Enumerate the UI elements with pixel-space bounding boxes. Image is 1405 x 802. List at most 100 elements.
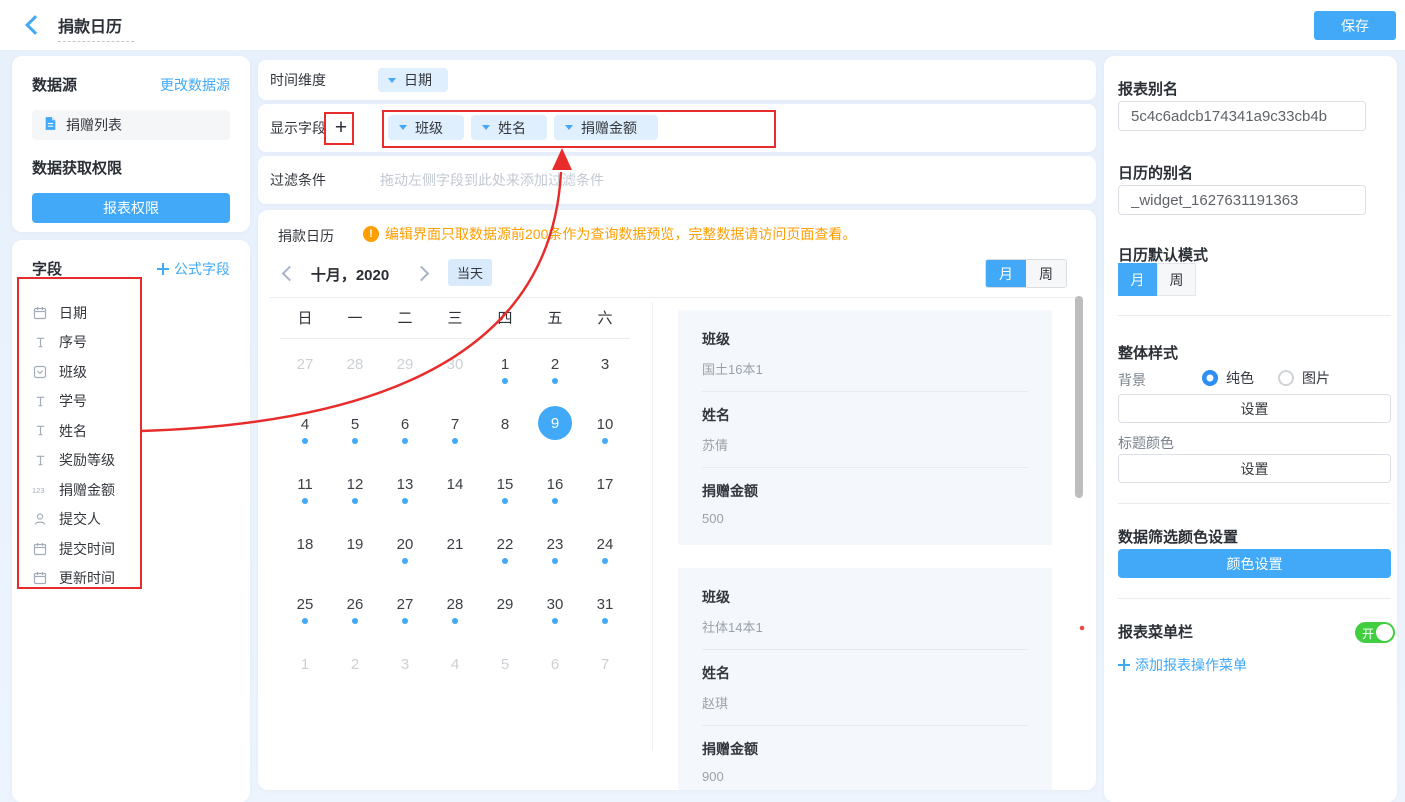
field-item[interactable]: 提交时间 [32,534,230,564]
calendar-day-cell[interactable]: 12 [330,470,380,530]
title-color-set-button[interactable]: 设置 [1118,454,1391,483]
field-item[interactable]: 更新时间 [32,564,230,594]
bg-image-option[interactable]: 图片 [1278,368,1330,388]
calendar-day-cell[interactable]: 6 [380,410,430,470]
view-month-button[interactable]: 月 [986,260,1026,287]
calendar-day-cell[interactable]: 15 [480,470,530,530]
calendar-day-cell[interactable]: 1 [480,350,530,410]
field-item[interactable]: 123捐赠金额 [32,475,230,505]
field-item[interactable]: 班级 [32,357,230,387]
field-item[interactable]: 提交人 [32,505,230,535]
calendar-day-cell[interactable]: 7 [580,650,630,710]
calendar-day-cell[interactable]: 27 [380,590,430,650]
record-field-label: 捐赠金额 [702,739,1028,759]
calendar-day-cell[interactable]: 25 [280,590,330,650]
field-item[interactable]: 学号 [32,387,230,417]
calendar-day-cell[interactable]: 24 [580,530,630,590]
menu-bar-toggle[interactable]: 开 [1355,622,1395,643]
calendar-day-cell[interactable]: 26 [330,590,380,650]
datasource-title: 数据源 [32,74,77,95]
calendar-day-cell[interactable]: 5 [330,410,380,470]
calendar-day-cell[interactable]: 8 [480,410,530,470]
calendar-day-cell[interactable]: 2 [530,350,580,410]
display-field-tag[interactable]: 班级 [388,115,464,140]
calendar-day-cell[interactable]: 27 [280,350,330,410]
bg-set-button[interactable]: 设置 [1118,394,1391,423]
default-week-button[interactable]: 周 [1157,263,1196,296]
calendar-day-cell[interactable]: 30 [430,350,480,410]
calendar-day-cell[interactable]: 20 [380,530,430,590]
add-display-field-button[interactable]: + [329,116,353,140]
display-fields-row: 显示字段 + 班级姓名捐赠金额 [258,104,1096,152]
filter-dropzone[interactable]: 拖动左侧字段到此处来添加过滤条件 [380,170,604,190]
day-number: 3 [595,354,615,374]
calendar-day-cell[interactable]: 18 [280,530,330,590]
field-item[interactable]: 奖励等级 [32,446,230,476]
time-dimension-tag[interactable]: 日期 [378,68,448,92]
next-month-icon[interactable] [414,266,430,282]
add-formula-field-link[interactable]: 公式字段 [157,259,230,279]
scrollbar-thumb[interactable] [1075,296,1083,498]
prev-month-icon[interactable] [282,266,298,282]
report-permission-button[interactable]: 报表权限 [32,193,230,223]
calendar-day-cell[interactable]: 7 [430,410,480,470]
field-item[interactable]: 日期 [32,298,230,328]
calendar-day-cell[interactable]: 29 [480,590,530,650]
calendar-day-cell[interactable]: 21 [430,530,480,590]
calendar-day-cell[interactable]: 1 [280,650,330,710]
save-button[interactable]: 保存 [1314,11,1396,40]
field-item[interactable]: 序号 [32,328,230,358]
day-number: 12 [345,474,365,494]
calendar-alias-input[interactable] [1118,185,1366,215]
calendar-day-cell[interactable]: 4 [430,650,480,710]
calendar-day-cell[interactable]: 29 [380,350,430,410]
default-mode-label: 日历默认模式 [1118,244,1208,265]
calendar-day-cell[interactable]: 19 [330,530,380,590]
text-icon [32,336,48,349]
calendar-day-cell[interactable]: 5 [480,650,530,710]
radio-selected-icon[interactable] [1202,370,1218,386]
record-card[interactable]: 班级国土16本1姓名苏倩捐赠金额500 [678,310,1052,545]
calendar-day-cell[interactable]: 30 [530,590,580,650]
calendar-day-cell[interactable]: 10 [580,410,630,470]
display-field-tag[interactable]: 姓名 [471,115,547,140]
calendar-day-cell[interactable]: 4 [280,410,330,470]
color-set-button[interactable]: 颜色设置 [1118,549,1391,578]
record-card[interactable]: 班级社体14本1姓名赵琪捐赠金额900 [678,568,1052,790]
today-button[interactable]: 当天 [448,259,492,286]
bg-solid-option[interactable]: 纯色 [1202,368,1254,388]
number-icon: 123 [32,483,48,496]
calendar-day-cell[interactable]: 2 [330,650,380,710]
datasource-item[interactable]: 捐赠列表 [32,110,230,140]
view-week-button[interactable]: 周 [1026,260,1066,287]
event-dot-icon [302,498,308,504]
report-alias-input[interactable] [1118,101,1366,131]
default-month-button[interactable]: 月 [1118,263,1157,296]
day-number: 22 [495,534,515,554]
calendar-day-cell[interactable]: 31 [580,590,630,650]
calendar-day-cell[interactable]: 9 [530,410,580,470]
back-icon[interactable] [25,15,45,35]
calendar-day-cell[interactable]: 28 [430,590,480,650]
display-field-tag[interactable]: 捐赠金额 [554,115,658,140]
change-datasource-link[interactable]: 更改数据源 [160,75,230,95]
calendar-day-cell[interactable]: 16 [530,470,580,530]
radio-unselected-icon[interactable] [1278,370,1294,386]
calendar-day-cell[interactable]: 17 [580,470,630,530]
calendar-day-cell[interactable]: 3 [380,650,430,710]
calendar-day-cell[interactable]: 28 [330,350,380,410]
calendar-day-cell[interactable]: 22 [480,530,530,590]
calendar-day-cell[interactable]: 13 [380,470,430,530]
calendar-day-cell[interactable]: 6 [530,650,580,710]
calendar-day-cell[interactable]: 3 [580,350,630,410]
caret-down-icon [482,125,490,134]
add-report-menu-link[interactable]: 添加报表操作菜单 [1118,655,1247,675]
field-label: 提交时间 [59,539,115,559]
plus-icon [157,263,169,275]
calendar-day-cell[interactable]: 11 [280,470,330,530]
day-number: 2 [545,354,565,374]
field-item[interactable]: 姓名 [32,416,230,446]
calendar-day-cell[interactable]: 14 [430,470,480,530]
day-number: 17 [595,474,615,494]
calendar-day-cell[interactable]: 23 [530,530,580,590]
